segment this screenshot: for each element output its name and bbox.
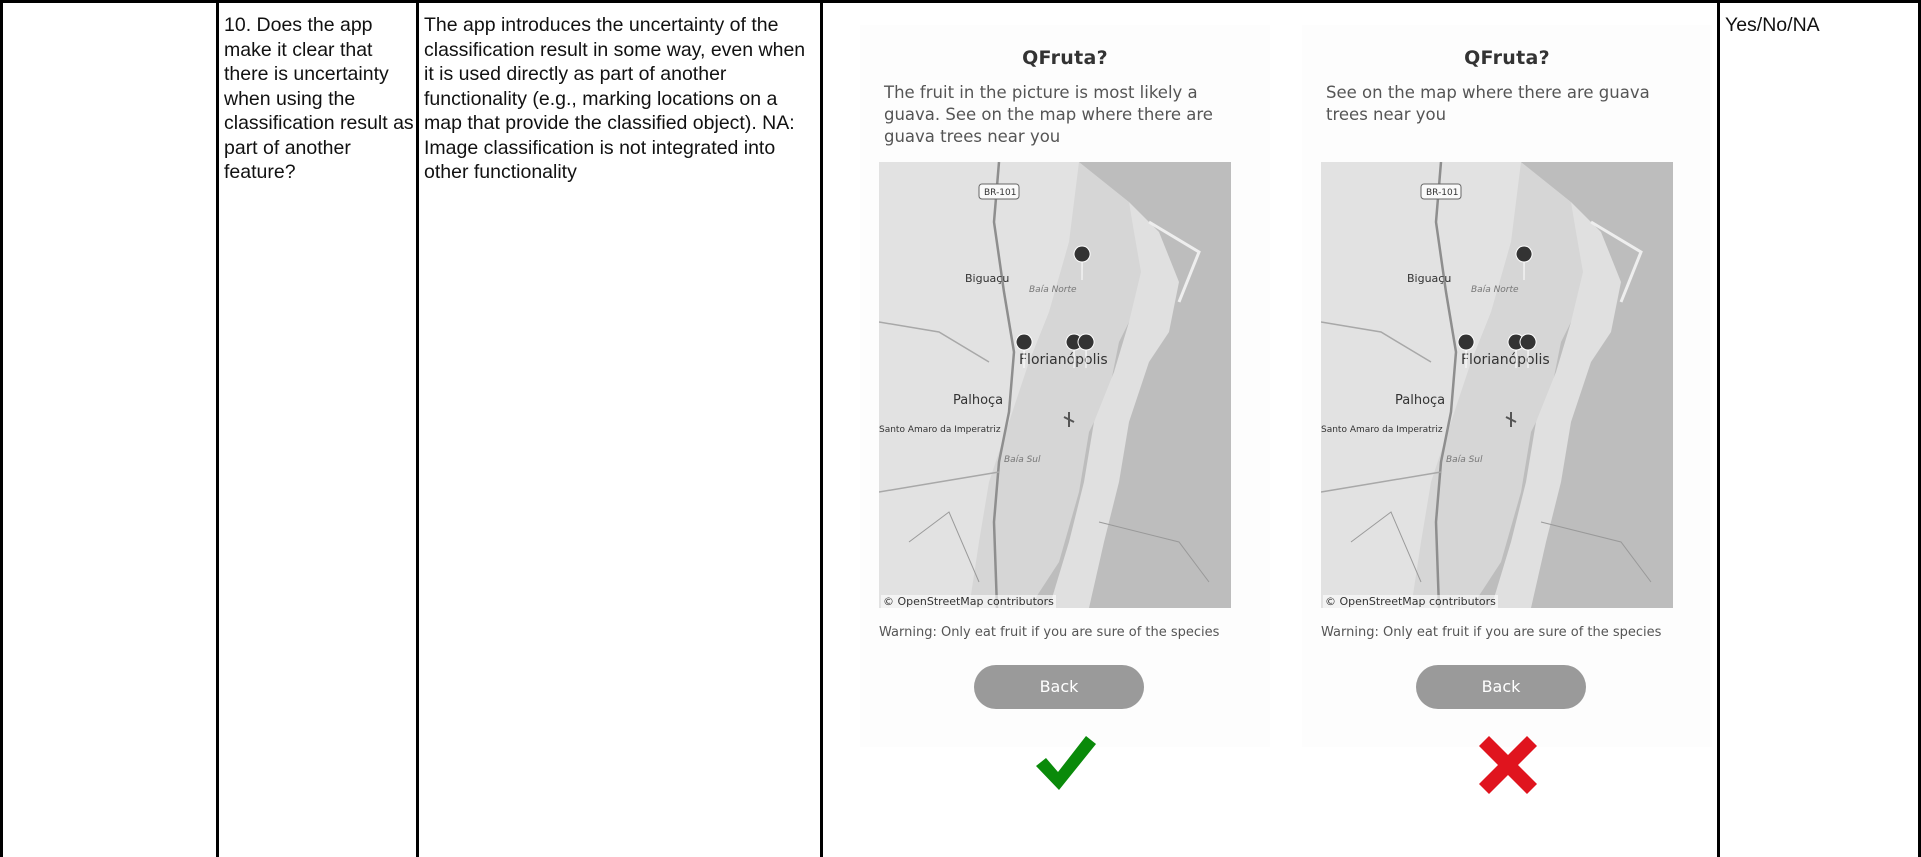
map-label: Baía Sul [1004, 455, 1041, 465]
column-divider [1717, 0, 1720, 857]
map-attribution[interactable]: © OpenStreetMap contributors [881, 595, 1056, 608]
back-button[interactable]: Back [1416, 665, 1586, 709]
map-label: Baía Norte [1471, 285, 1519, 295]
result-message: See on the map where there are guava tre… [1326, 83, 1650, 124]
map-label: Florianópolis [1461, 352, 1550, 368]
app-title: QFruta? [1464, 47, 1550, 69]
table-top-border [0, 0, 1921, 3]
warning-text: Warning: Only eat fruit if you are sure … [1321, 625, 1662, 640]
map-label: Biguaçu [1407, 272, 1451, 285]
map-graphic: BR-101 Biguaçu Baía Norte Florianópolis … [1321, 162, 1673, 608]
column-divider [416, 0, 419, 857]
map-label: Biguaçu [965, 272, 1009, 285]
app-screenshot-bad-example: QFruta? See on the map where there are g… [1302, 25, 1712, 747]
check-mark-icon [1032, 732, 1098, 799]
map-label: Baía Norte [1029, 285, 1077, 295]
description-cell: The app introduces the uncertainty of th… [424, 14, 806, 183]
answer-options-cell: Yes/No/NA [1725, 14, 1820, 36]
app-screenshot-good-example: QFruta? The fruit in the picture is most… [860, 25, 1270, 747]
map-label: Florianópolis [1019, 352, 1108, 368]
map-label: BR-101 [1426, 188, 1459, 198]
map-label: Santo Amaro da Imperatriz [879, 425, 1001, 435]
map-attribution[interactable]: © OpenStreetMap contributors [1323, 595, 1498, 608]
map-label: Santo Amaro da Imperatriz [1321, 425, 1443, 435]
question-cell: 10. Does the app make it clear that ther… [224, 14, 414, 183]
map-view[interactable]: BR-101 Biguaçu Baía Norte Florianópolis … [1321, 162, 1673, 608]
result-message: The fruit in the picture is most likely … [884, 83, 1213, 146]
column-divider [820, 0, 823, 857]
back-button[interactable]: Back [974, 665, 1144, 709]
column-divider [0, 0, 3, 857]
map-view[interactable]: BR-101 Biguaçu Baía Norte Florianópolis … [879, 162, 1231, 608]
column-divider [216, 0, 219, 857]
map-graphic: BR-101 Biguaçu Baía Norte Florianópolis … [879, 162, 1231, 608]
map-label: Palhoça [1395, 393, 1445, 408]
warning-text: Warning: Only eat fruit if you are sure … [879, 625, 1220, 640]
map-label: Palhoça [953, 393, 1003, 408]
map-label: BR-101 [984, 188, 1017, 198]
cross-mark-icon [1475, 732, 1541, 803]
map-label: Baía Sul [1446, 455, 1483, 465]
app-title: QFruta? [1022, 47, 1108, 69]
